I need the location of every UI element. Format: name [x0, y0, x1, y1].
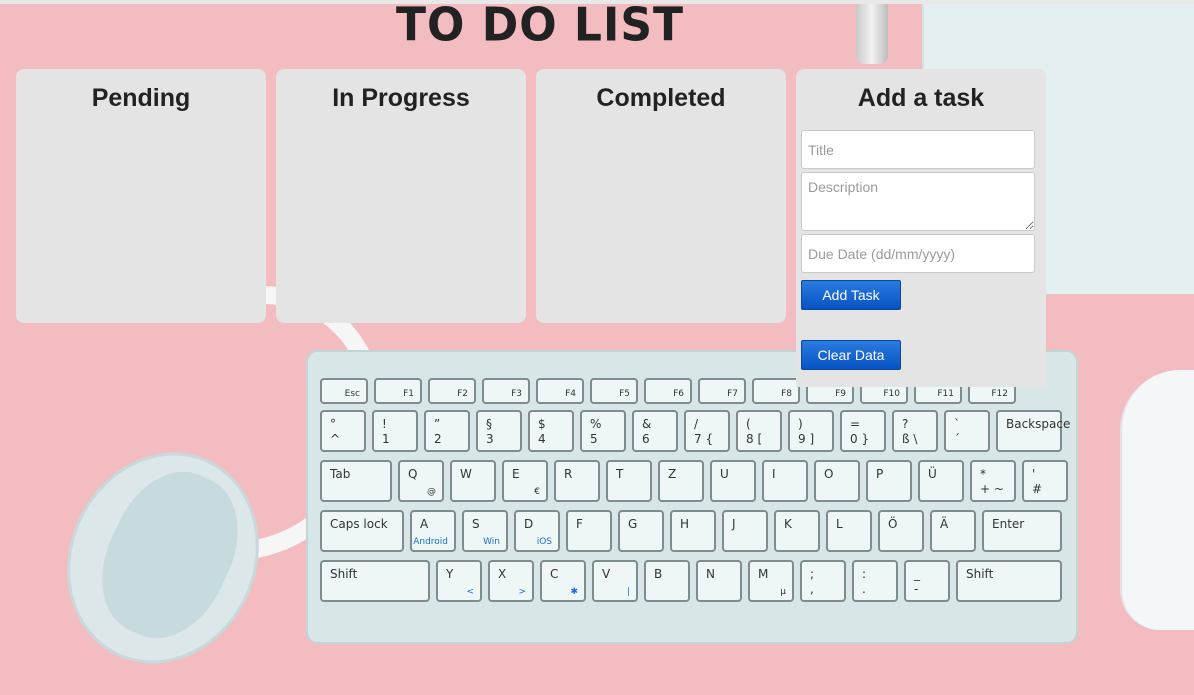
- keyboard-key: H: [670, 510, 716, 552]
- keyboard-key: F6: [644, 378, 692, 404]
- keyboard-key: F: [566, 510, 612, 552]
- keyboard-key: R: [554, 460, 600, 502]
- keyboard-key: Tab: [320, 460, 392, 502]
- keyboard-key: L: [826, 510, 872, 552]
- column-in-progress: In Progress: [276, 69, 526, 323]
- keyboard-key: F7: [698, 378, 746, 404]
- keyboard-key: _ -: [904, 560, 950, 602]
- task-due-date-input[interactable]: [801, 234, 1035, 273]
- keyboard-row-shift: Shift Y < X > C ✱ V | B N Mµ;,:. _ - Shift: [320, 560, 1062, 602]
- keyboard-key: N: [696, 560, 742, 602]
- keyboard-key: Enter: [982, 510, 1062, 552]
- keyboard-key: F8: [752, 378, 800, 404]
- keyboard-key: & 6: [632, 410, 678, 452]
- keyboard-row-qwertz: Tab Q @ W E € R T Z U I O P Ü * + ~ ' #: [320, 460, 1068, 502]
- keyboard-row-home: Caps lock A Android S Win DiOS F G H J K L Ö Ä Enter: [320, 510, 1062, 552]
- clear-data-button[interactable]: Clear Data: [801, 340, 901, 370]
- keyboard-key: U: [710, 460, 756, 502]
- keyboard-key: § 3: [476, 410, 522, 452]
- keyboard-row-numbers: ° ^! 1” 2 § 3 $4% 5 & 6/7 {(8 [) 9 ] = 0 }? ß \ ` ´ Back…: [320, 410, 1070, 452]
- keyboard-key: C ✱: [540, 560, 586, 602]
- task-description-input[interactable]: [801, 172, 1035, 231]
- keyboard-key: % 5: [580, 410, 626, 452]
- keyboard-key: W: [450, 460, 496, 502]
- keyboard-key: Ö: [878, 510, 924, 552]
- column-completed: Completed: [536, 69, 786, 323]
- keyboard-key: Shift: [320, 560, 430, 602]
- keyboard-key: Y <: [436, 560, 482, 602]
- keyboard-key: ! 1: [372, 410, 418, 452]
- background-mouse: [1120, 370, 1194, 630]
- keyboard-key: ' #: [1022, 460, 1068, 502]
- keyboard-key: DiOS: [514, 510, 560, 552]
- keyboard-key: P: [866, 460, 912, 502]
- add-task-heading: Add a task: [857, 84, 985, 112]
- keyboard-key: Ü: [918, 460, 964, 502]
- keyboard-key: E €: [502, 460, 548, 502]
- keyboard-key: B: [644, 560, 690, 602]
- keyboard-key: F5: [590, 378, 638, 404]
- keyboard-key: ) 9 ]: [788, 410, 834, 452]
- keyboard-key: Esc: [320, 378, 368, 404]
- keyboard-key: Shift: [956, 560, 1062, 602]
- keyboard-key: Mµ: [748, 560, 794, 602]
- keyboard-key: ° ^: [320, 410, 366, 452]
- keyboard-key: Caps lock: [320, 510, 404, 552]
- keyboard-key: F4: [536, 378, 584, 404]
- keyboard-key: Ä: [930, 510, 976, 552]
- keyboard-key: Backspace: [996, 410, 1070, 452]
- keyboard-key: Q @: [398, 460, 444, 502]
- keyboard-key: S Win: [462, 510, 508, 552]
- keyboard-key: K: [774, 510, 820, 552]
- keyboard-key: $4: [528, 410, 574, 452]
- keyboard-key: * + ~: [970, 460, 1016, 502]
- keyboard-key: Z: [658, 460, 704, 502]
- keyboard-key: ;,: [800, 560, 846, 602]
- task-title-input[interactable]: [801, 130, 1035, 169]
- keyboard-key: ? ß \: [892, 410, 938, 452]
- background-keyboard: Esc F1 F2 F3 F4 F5 F6 F7 F8 F9 F10 F11 F12 ° ^! 1” 2 § 3 $…: [306, 350, 1078, 644]
- keyboard-key: = 0 }: [840, 410, 886, 452]
- column-title: In Progress: [332, 84, 470, 112]
- keyboard-key: ` ´: [944, 410, 990, 452]
- keyboard-key: A Android: [410, 510, 456, 552]
- keyboard-key: J: [722, 510, 768, 552]
- keyboard-key: I: [762, 460, 808, 502]
- page-title: TO DO LIST: [395, 0, 685, 53]
- keyboard-key: (8 [: [736, 410, 782, 452]
- keyboard-key: ” 2: [424, 410, 470, 452]
- add-task-panel: Add a task Add Task Clear Data: [796, 69, 1046, 387]
- keyboard-key: G: [618, 510, 664, 552]
- column-pending: Pending: [16, 69, 266, 323]
- keyboard-key: V |: [592, 560, 638, 602]
- keyboard-key: /7 {: [684, 410, 730, 452]
- keyboard-key: F2: [428, 378, 476, 404]
- keyboard-key: F3: [482, 378, 530, 404]
- column-title: Completed: [596, 84, 726, 112]
- keyboard-key: F1: [374, 378, 422, 404]
- column-title: Pending: [91, 84, 191, 112]
- keyboard-key: T: [606, 460, 652, 502]
- keyboard-key: X >: [488, 560, 534, 602]
- add-task-button[interactable]: Add Task: [801, 280, 901, 310]
- keyboard-key: :.: [852, 560, 898, 602]
- keyboard-key: O: [814, 460, 860, 502]
